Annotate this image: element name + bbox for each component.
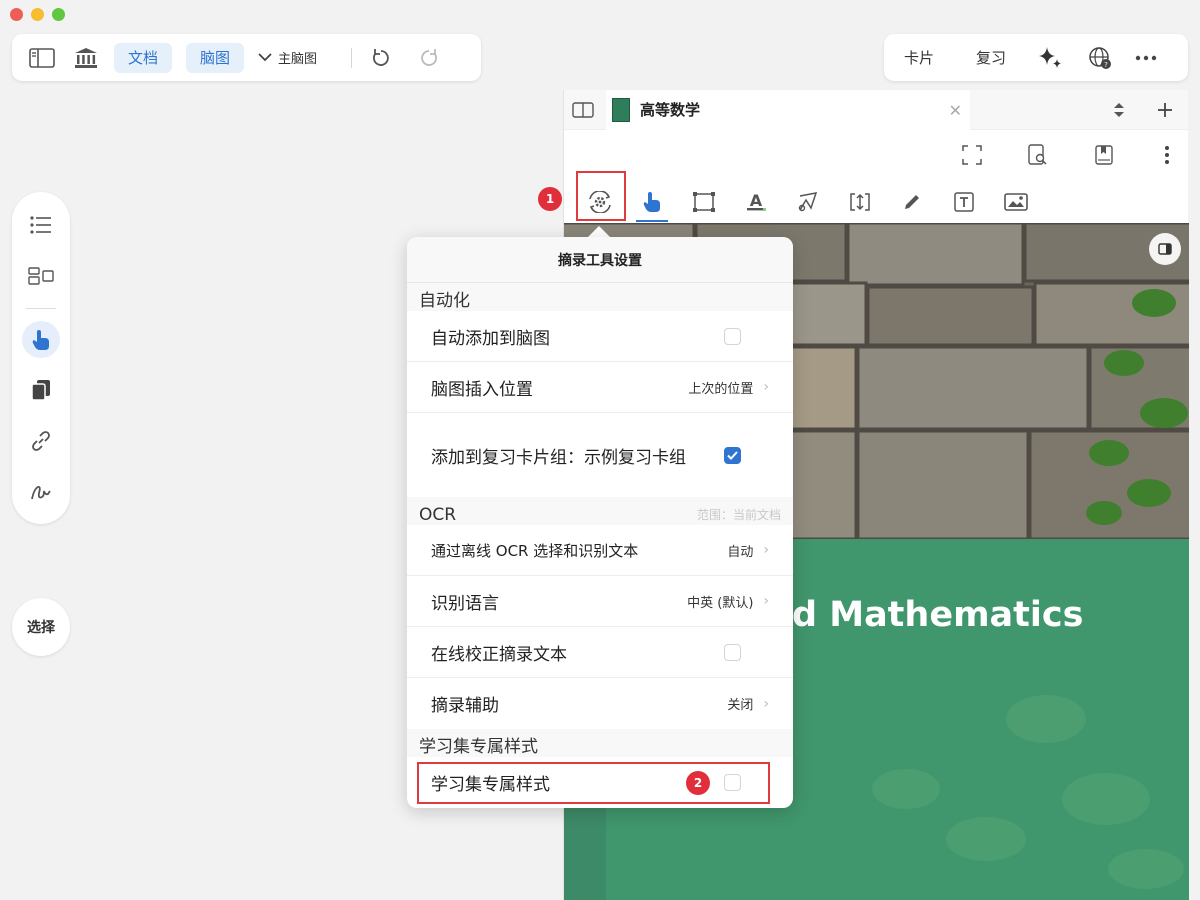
window-controls: [10, 8, 65, 21]
offline-ocr-row[interactable]: 通过离线 OCR 选择和识别文本 自动 ›: [407, 525, 793, 576]
excerpt-assist-row[interactable]: 摘录辅助 关闭 ›: [407, 678, 793, 729]
web-help-icon[interactable]: ?: [1082, 42, 1118, 74]
mindmap-select[interactable]: 主脑图: [258, 48, 317, 67]
fullscreen-icon[interactable]: [960, 143, 984, 167]
document-tab-bar: 高等数学 ✕: [564, 89, 1188, 130]
sidebar-toggle-icon[interactable]: [20, 42, 64, 74]
popover-title: 摘录工具设置: [407, 237, 793, 283]
language-label: 识别语言: [431, 593, 499, 614]
bookmark-book-icon[interactable]: [1092, 143, 1116, 167]
card-button[interactable]: 卡片: [884, 47, 954, 68]
tab-document[interactable]: 高等数学 ✕: [606, 89, 970, 130]
offline-ocr-label: 通过离线 OCR 选择和识别文本: [431, 541, 639, 560]
online-correction-row[interactable]: 在线校正摘录文本: [407, 627, 793, 678]
chevron-right-icon: ›: [763, 593, 769, 609]
excerpt-assist-label: 摘录辅助: [431, 696, 499, 716]
document-actions: [564, 130, 1188, 180]
add-review-checkbox[interactable]: [724, 446, 741, 464]
section-automation-label: 自动化: [419, 291, 470, 311]
more-icon[interactable]: [1128, 42, 1164, 74]
checkmark-icon: [727, 450, 738, 460]
tab-title: 高等数学: [640, 101, 701, 119]
highlight-box-study-style: [417, 762, 770, 804]
main-toolbar: 文档 脑图 主脑图: [12, 34, 481, 81]
excerpt-toolbar: A: [564, 180, 1188, 224]
zoom-window-button[interactable]: [52, 8, 65, 21]
language-value: 中英 (默认): [687, 595, 754, 611]
toolbar-divider: [351, 47, 353, 68]
copy-pages-icon[interactable]: [22, 371, 60, 409]
mindmap-view-button[interactable]: 脑图: [186, 42, 245, 73]
right-toolbar: 卡片 复习 ?: [884, 34, 1188, 81]
section-ocr: OCR 范围：当前文档: [407, 497, 793, 525]
left-rail: [12, 192, 70, 524]
layout-icon[interactable]: [22, 257, 60, 295]
annotation-badge-2: 2: [686, 771, 710, 795]
text-highlight-icon[interactable]: A: [730, 180, 782, 224]
library-icon[interactable]: [64, 42, 108, 74]
online-correction-label: 在线校正摘录文本: [431, 644, 567, 665]
sort-icon[interactable]: [1110, 100, 1128, 120]
svg-text:?: ?: [1104, 61, 1108, 69]
minimize-window-button[interactable]: [31, 8, 44, 21]
image-icon[interactable]: [990, 180, 1042, 224]
auto-add-to-mindmap-row[interactable]: 自动添加到脑图: [407, 311, 793, 362]
undo-icon[interactable]: [364, 42, 398, 74]
hand-pointer-icon[interactable]: [22, 320, 60, 359]
mindmap-insert-position-row[interactable]: 脑图插入位置 上次的位置 ›: [407, 362, 793, 413]
add-review-label: 添加到复习卡片组：示例复习卡组: [431, 447, 686, 468]
ai-sparkle-icon[interactable]: [1032, 42, 1068, 74]
online-correction-checkbox[interactable]: [724, 643, 741, 661]
insert-position-label: 脑图插入位置: [431, 379, 533, 400]
chevron-right-icon: ›: [763, 695, 769, 712]
text-box-icon[interactable]: [938, 180, 990, 224]
section-study-style: 学习集专属样式: [407, 729, 793, 757]
split-view-icon[interactable]: [570, 99, 596, 121]
section-automation: 自动化: [407, 283, 793, 311]
redo-icon[interactable]: [412, 42, 446, 74]
document-view-button[interactable]: 文档: [114, 42, 173, 73]
rectangle-select-icon[interactable]: [678, 180, 730, 224]
search-document-icon[interactable]: [1026, 143, 1050, 167]
more-vertical-icon[interactable]: [1158, 143, 1176, 167]
svg-text:A: A: [750, 191, 763, 210]
pen-icon[interactable]: [886, 180, 938, 224]
highlight-box-settings: [576, 171, 626, 221]
outline-list-icon[interactable]: [22, 206, 60, 244]
resize-frame-icon[interactable]: [834, 180, 886, 224]
lasso-icon[interactable]: [782, 180, 834, 224]
chevron-down-icon: [258, 53, 272, 62]
add-tab-icon[interactable]: [1154, 99, 1176, 121]
add-to-review-deck-row[interactable]: 添加到复习卡片组：示例复习卡组: [407, 413, 793, 497]
section-ocr-label: OCR: [419, 505, 457, 525]
chevron-right-icon: ›: [763, 379, 769, 395]
cover-title: d Mathematics: [792, 595, 1084, 635]
select-mode-button[interactable]: 选择: [12, 598, 70, 656]
excerpt-settings-popover: 摘录工具设置 自动化 自动添加到脑图 脑图插入位置 上次的位置 › 添加到复习卡片…: [407, 237, 793, 808]
close-window-button[interactable]: [10, 8, 23, 21]
hand-tool-icon[interactable]: [626, 180, 678, 224]
mindmap-select-label: 主脑图: [278, 52, 318, 67]
ocr-scope-hint: 范围：当前文档: [696, 508, 781, 522]
auto-add-label: 自动添加到脑图: [431, 328, 550, 349]
insert-position-value: 上次的位置: [688, 381, 754, 397]
auto-add-checkbox[interactable]: [724, 327, 741, 345]
rail-divider: [26, 307, 56, 309]
book-thumbnail-icon: [612, 97, 630, 122]
close-icon[interactable]: ✕: [949, 101, 962, 120]
recognition-language-row[interactable]: 识别语言 中英 (默认) ›: [407, 576, 793, 627]
excerpt-assist-value: 关闭: [727, 698, 754, 713]
chevron-right-icon: ›: [763, 542, 769, 558]
link-icon[interactable]: [22, 422, 60, 460]
section-study-style-label: 学习集专属样式: [419, 737, 538, 757]
offline-ocr-value: 自动: [727, 544, 754, 560]
scribble-icon[interactable]: [22, 473, 60, 511]
panel-toggle-icon[interactable]: [1149, 233, 1181, 265]
annotation-badge-1: 1: [538, 187, 562, 211]
review-button[interactable]: 复习: [954, 47, 1026, 68]
